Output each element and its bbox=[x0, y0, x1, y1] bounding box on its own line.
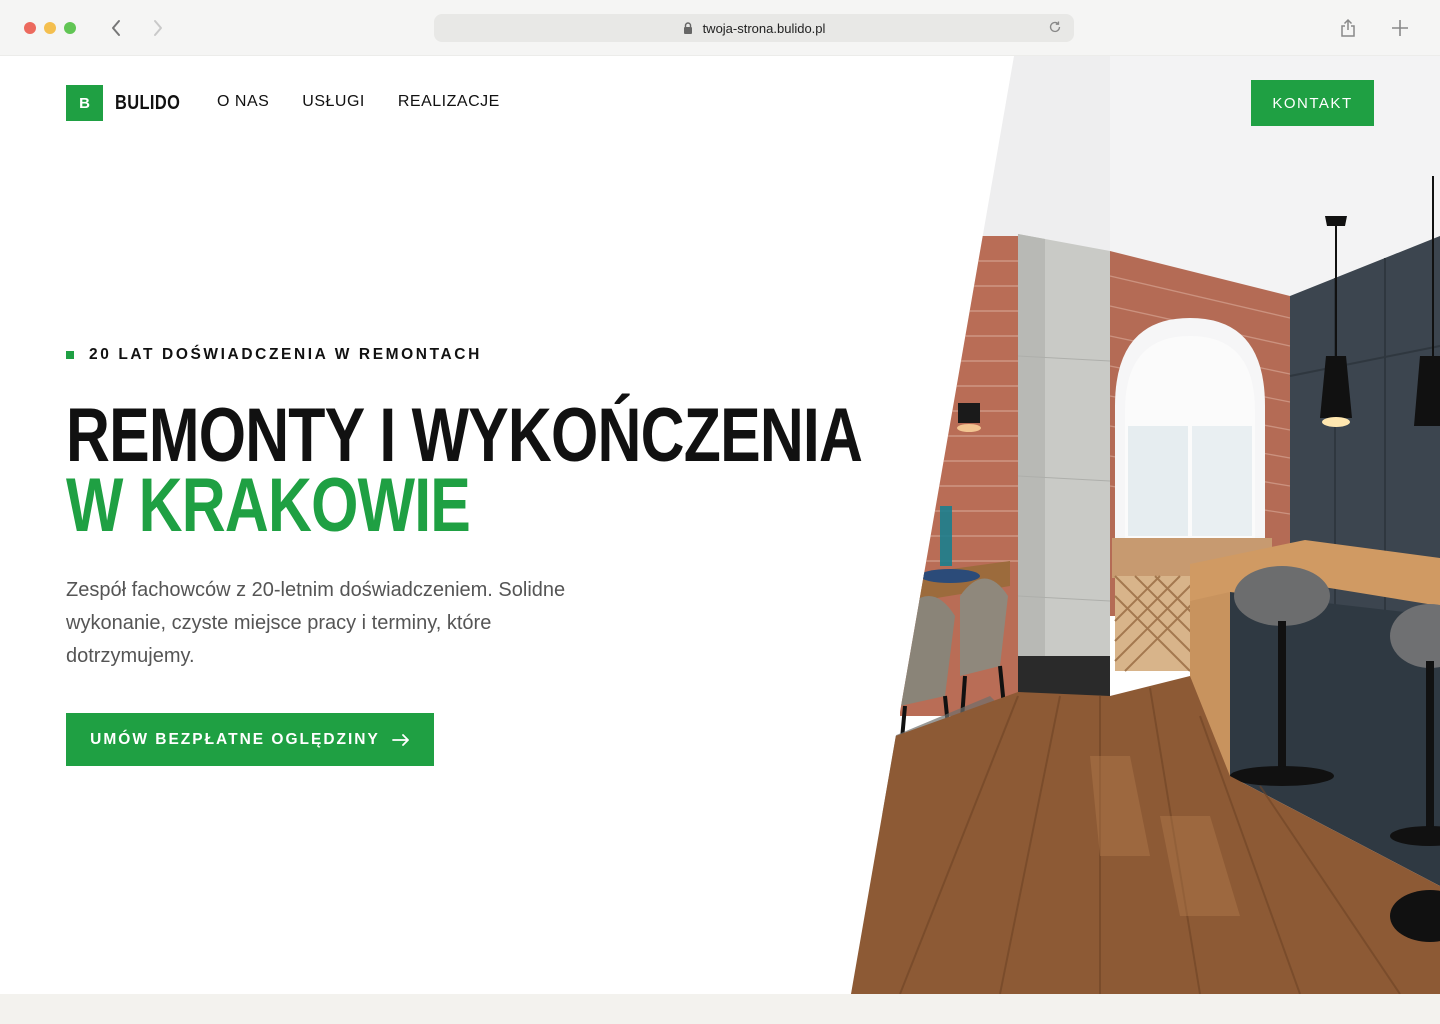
new-tab-icon[interactable] bbox=[1388, 16, 1412, 40]
hero-title-line2: W KRAKOWIE bbox=[66, 463, 471, 548]
url-text: twoja-strona.bulido.pl bbox=[702, 20, 826, 36]
hero-eyebrow: 20 LAT DOŚWIADCZENIA W REMONTACH bbox=[66, 346, 482, 364]
contact-button[interactable]: KONTAKT bbox=[1251, 80, 1374, 126]
minimize-window-button[interactable] bbox=[44, 22, 56, 34]
next-section-edge bbox=[0, 994, 1440, 1024]
cta-label: UMÓW BEZPŁATNE OGLĘDZINY bbox=[90, 730, 380, 748]
hero-title-line1: REMONTY I WYKOŃCZENIA bbox=[66, 393, 863, 478]
arrow-right-icon bbox=[391, 733, 410, 746]
eyebrow-text: 20 LAT DOŚWIADCZENIA W REMONTACH bbox=[89, 346, 482, 363]
lock-icon bbox=[683, 22, 693, 34]
book-inspection-button[interactable]: UMÓW BEZPŁATNE OGLĘDZINY bbox=[66, 713, 434, 766]
brand-name: BULIDO bbox=[115, 91, 181, 114]
nav-item-realizacje[interactable]: REALIZACJE bbox=[398, 93, 500, 111]
logo-mark: B bbox=[66, 85, 103, 121]
browser-toolbar: twoja-strona.bulido.pl bbox=[0, 0, 1440, 56]
share-icon[interactable] bbox=[1336, 16, 1360, 40]
close-window-button[interactable] bbox=[24, 22, 36, 34]
nav-item-uslugi[interactable]: USŁUGI bbox=[302, 93, 365, 111]
back-arrow-icon[interactable] bbox=[104, 14, 128, 42]
main-nav: O NAS USŁUGI REALIZACJE bbox=[217, 93, 500, 111]
hero-description: Zespół fachowców z 20-letnim doświadczen… bbox=[66, 579, 566, 667]
hero-title: REMONTY I WYKOŃCZENIA W KRAKOWIE bbox=[66, 393, 863, 548]
maximize-window-button[interactable] bbox=[64, 22, 76, 34]
nav-item-o-nas[interactable]: O NAS bbox=[217, 93, 269, 111]
brand-logo[interactable]: B BULIDO bbox=[66, 85, 195, 121]
reload-icon[interactable] bbox=[1048, 20, 1062, 34]
forward-arrow-icon[interactable] bbox=[146, 14, 170, 42]
page-content: B BULIDO O NAS USŁUGI REALIZACJE KONTAKT… bbox=[0, 56, 1440, 994]
address-bar[interactable]: twoja-strona.bulido.pl bbox=[434, 14, 1074, 42]
green-square-icon bbox=[66, 351, 74, 359]
